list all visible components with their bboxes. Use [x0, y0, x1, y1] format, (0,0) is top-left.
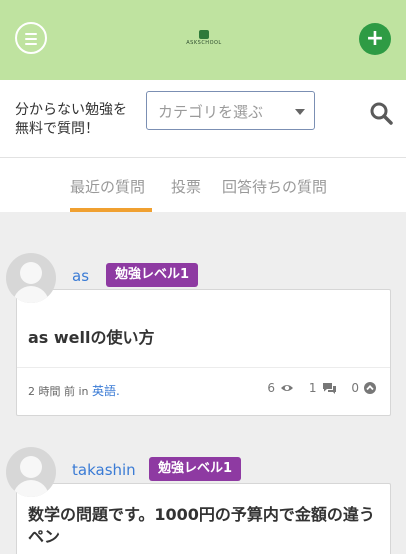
question-item: 数学の問題です。1000円の予算内で金額の違うペン takashin 勉強レベル… [0, 447, 406, 554]
chevron-down-icon [295, 109, 305, 115]
question-item: as wellの使い方 2 時間 前 in 英語. 6 1 0 as 勉強レベル… [0, 253, 406, 418]
avatar[interactable] [6, 447, 56, 497]
tab-recent[interactable]: 最近の質問 [70, 176, 145, 197]
tab-unanswered[interactable]: 回答待ちの質問 [222, 176, 327, 197]
category-placeholder: カテゴリを選ぶ [158, 103, 264, 121]
search-icon[interactable] [369, 101, 393, 125]
menu-icon[interactable] [15, 22, 47, 54]
upvote-icon[interactable] [364, 382, 376, 394]
logo-mark-icon [199, 30, 209, 39]
answers-count: 1 [308, 381, 317, 395]
category-select[interactable]: カテゴリを選ぶ [146, 91, 315, 130]
active-tab-indicator [70, 208, 152, 212]
top-bar: ASKSCHOOL + [0, 0, 406, 80]
question-stats: 6 1 0 [256, 381, 376, 395]
in-label: in [78, 385, 89, 398]
answers-stat: 1 [309, 381, 337, 395]
votes-stat: 0 [351, 381, 376, 395]
comments-icon [322, 383, 336, 394]
question-title[interactable]: 数学の問題です。1000円の予算内で金額の違うペン [28, 504, 378, 548]
site-logo[interactable]: ASKSCHOOL [184, 30, 224, 48]
tab-votes[interactable]: 投票 [171, 176, 201, 197]
level-badge: 勉強レベル1 [149, 457, 242, 481]
username[interactable]: as [72, 267, 89, 285]
views-stat: 6 [267, 381, 294, 395]
card-divider [17, 367, 390, 368]
votes-count: 0 [351, 381, 359, 395]
question-title[interactable]: as wellの使い方 [28, 327, 378, 349]
question-meta: 2 時間 前 in 英語. [28, 382, 120, 399]
search-bar: 分からない勉強を無料で質問！ カテゴリを選ぶ [0, 80, 406, 158]
logo-text: ASKSCHOOL [186, 40, 222, 46]
question-tabs: 最近の質問 投票 回答待ちの質問 [0, 158, 406, 212]
question-card[interactable]: 数学の問題です。1000円の予算内で金額の違うペン [16, 483, 391, 554]
views-count: 6 [267, 381, 276, 395]
avatar[interactable] [6, 253, 56, 303]
tagline: 分からない勉強を無料で質問！ [15, 102, 127, 137]
eye-icon [281, 385, 294, 391]
username[interactable]: takashin [72, 461, 136, 479]
category-link[interactable]: 英語. [92, 384, 120, 398]
question-card[interactable]: as wellの使い方 2 時間 前 in 英語. 6 1 0 [16, 289, 391, 416]
level-badge: 勉強レベル1 [106, 263, 199, 287]
post-time: 2 時間 前 [28, 385, 75, 398]
plus-icon: + [365, 26, 385, 51]
add-question-button[interactable]: + [359, 23, 391, 55]
